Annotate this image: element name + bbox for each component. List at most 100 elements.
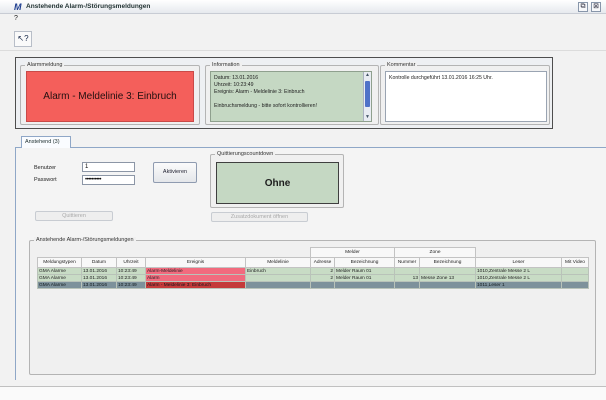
column-header[interactable]: Bezeichnung [333,257,396,268]
whats-this-button[interactable]: ↖? [14,31,32,47]
restore-window-button[interactable]: ⧉ [578,2,588,12]
alarm-message-text: Alarm - Meldelinie 3: Einbruch [43,91,177,102]
alarm-group: Alarmmeldung Alarm - Meldelinie 3: Einbr… [20,62,200,125]
password-label: Passwort [34,177,57,183]
tab-anstehend[interactable]: Anstehend (3) [21,136,71,148]
column-header[interactable]: Nummer [394,257,421,268]
scroll-down-icon[interactable]: ▼ [364,114,371,121]
table-row-selected[interactable]: GMA Alarme 13.01.2016 10:23:49 Alarm - M… [37,281,590,289]
countdown-value: Ohne [264,177,291,189]
alarm-table: Melder Zone Meldungstypen Datum Uhrzeit … [37,247,590,289]
info-line-blank [214,96,359,103]
information-group: Information Datum: 13.01.2016 Uhrzeit: 1… [205,62,379,125]
information-scrollbar[interactable]: ▲ ▼ [363,72,371,121]
table-cell [245,281,311,289]
table-cell: GMA Alarme [37,274,82,282]
table-cell: 10:23:49 [116,267,146,275]
table-cell: Melder Raum 01 [333,267,396,275]
user-input[interactable]: 1 [82,162,135,172]
table-cell: 1011,Leser 1 [475,281,563,289]
table-cell: Alarm - Meldelinie 3: Einbruch [145,281,246,289]
tab-strip: Anstehend (3) [15,134,606,148]
countdown-group: Quittierungscountdown Ohne [210,151,344,208]
column-header[interactable]: Meldelinie [245,257,311,268]
comment-group-label: Kommentar [385,62,418,68]
info-line-date: Datum: 13.01.2016 [214,75,259,81]
toolbar: ↖? [0,25,606,51]
close-window-button[interactable]: ⊠ [591,2,601,12]
table-cell [245,274,311,282]
table-cell: 2 [310,274,335,282]
status-bar [0,386,606,400]
table-cell [561,267,590,275]
table-cell: Einbruch [245,267,311,275]
comment-text: Kontrolle durchgeführt 13.01.2016 16:25 … [389,75,493,81]
column-header[interactable]: Uhrzeit [116,257,146,268]
login-group: Benutzer 1 Passwort •••••••••• Aktiviere… [29,152,200,232]
comment-group: Kommentar Kontrolle durchgeführt 13.01.2… [380,62,550,125]
alarm-table-group: Anstehende Alarm-/Störungsmeldungen Meld… [29,237,596,375]
whats-this-icon: ↖? [17,34,29,43]
column-group-melder: Melder [309,247,396,258]
info-line-event: Ereignis: Alarm - Meldelinie 3: Einbruch [214,89,305,95]
scrollbar-thumb[interactable] [365,81,370,107]
table-row[interactable]: GMA Alarme 13.01.2016 10:23:49 Alarm 2 M… [37,274,590,282]
info-line-instruction: Einbruchsmeldung - bitte sofort kontroll… [214,103,317,109]
table-cell: 1010,Zentrale Messe 2 L [475,267,563,275]
table-cell: 2 [310,267,335,275]
acknowledge-button[interactable]: Quittieren [35,211,113,221]
table-cell: Alarm-Meldelinie [145,267,246,275]
table-cell [333,281,396,289]
menu-bar: ? [0,14,606,25]
column-header[interactable]: Adresse [310,257,335,268]
table-cell: Melder Raum 01 [333,274,396,282]
table-cell [419,267,477,275]
table-cell: GMA Alarme [37,281,82,289]
column-header[interactable]: Bezeichnung [419,257,477,268]
column-header[interactable]: Datum [81,257,117,268]
table-cell: GMA Alarme [37,267,82,275]
countdown-display: Ohne [216,162,339,204]
table-cell: 13.01.2016 [81,267,117,275]
user-label: Benutzer [34,165,57,171]
table-cell [561,274,590,282]
information-group-label: Information [210,62,242,68]
table-cell: 10:23:49 [116,274,146,282]
column-header[interactable]: Meldungstypen [37,257,82,268]
table-row[interactable]: GMA Alarme 13.01.2016 10:23:49 Alarm-Mel… [37,267,590,275]
activate-button[interactable]: Aktivieren [153,162,197,183]
column-header[interactable]: Leser [475,257,563,268]
app-logo: M [14,2,22,12]
table-cell [394,281,421,289]
table-cell: 13.01.2016 [81,274,117,282]
table-cell: Alarm [145,274,246,282]
menu-help[interactable]: ? [14,15,18,22]
information-textbox[interactable]: Datum: 13.01.2016 Uhrzeit: 10:23:49 Erei… [210,71,372,122]
table-cell [310,281,335,289]
table-group-header-row: Melder Zone [38,247,589,258]
table-cell [561,281,590,289]
table-cell [419,281,477,289]
alarm-detail-panel: Alarmmeldung Alarm - Meldelinie 3: Einbr… [15,57,553,129]
table-cell: Messe Zone 13 [419,274,477,282]
table-cell: 13.01.2016 [81,281,117,289]
column-header[interactable]: Mit Video [561,257,590,268]
column-group-zone: Zone [394,247,477,258]
countdown-group-label: Quittierungscountdown [215,151,276,157]
alarm-group-label: Alarmmeldung [25,62,65,68]
info-line-time: Uhrzeit: 10:23:49 [214,82,254,88]
password-input[interactable]: •••••••••• [82,175,135,185]
alarm-message-box: Alarm - Meldelinie 3: Einbruch [26,71,194,122]
comment-textbox[interactable]: Kontrolle durchgeführt 13.01.2016 16:25 … [385,71,547,122]
table-cell: 10:23:49 [116,281,146,289]
table-header-row: Meldungstypen Datum Uhrzeit Ereignis Mel… [37,257,590,268]
table-cell: 13 [394,274,421,282]
table-cell: 1010,Zentrale Messe 2 L [475,274,563,282]
open-document-button[interactable]: Zusatzdokument öffnen [211,212,308,222]
alarm-table-group-label: Anstehende Alarm-/Störungsmeldungen [34,237,136,243]
scroll-up-icon[interactable]: ▲ [364,72,371,79]
window-title: Anstehende Alarm-/Störungsmeldungen [26,3,151,10]
column-header[interactable]: Ereignis [145,257,246,268]
table-cell [394,267,421,275]
title-bar: M Anstehende Alarm-/Störungsmeldungen ⧉ … [0,0,606,14]
